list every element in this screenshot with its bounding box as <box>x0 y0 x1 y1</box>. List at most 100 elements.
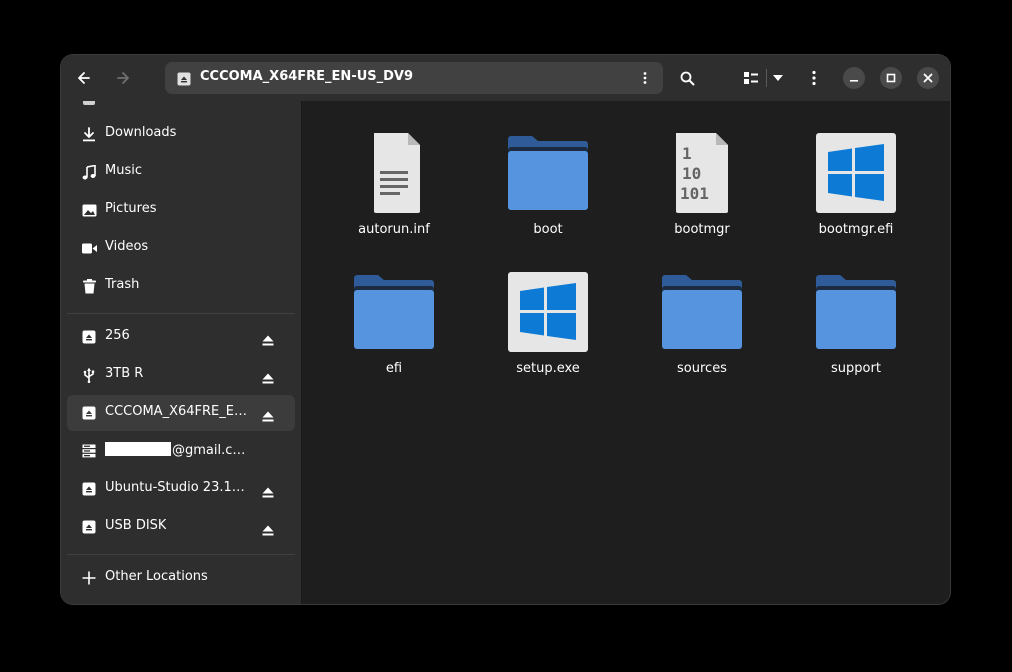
file-name: autorun.inf <box>358 222 430 237</box>
location-pathbar[interactable]: CCCOMA_X64FRE_EN-US_DV9 <box>165 62 663 94</box>
pictures-icon <box>81 202 97 218</box>
maximize-button[interactable] <box>880 67 902 89</box>
file-name: bootmgr.efi <box>818 222 894 237</box>
sidebar-item-cccoma[interactable]: CCCOMA_X64FRE_EN-US_DV9 <box>67 395 295 431</box>
usb-icon <box>81 367 97 383</box>
eject-icon[interactable] <box>262 331 274 350</box>
current-location-label: CCCOMA_X64FRE_EN-US_DV9 <box>200 69 414 84</box>
sidebar-item-other-locations[interactable]: Other Locations <box>67 560 295 596</box>
text-file-icon <box>374 133 420 213</box>
folder-icon <box>354 275 434 349</box>
file-name: support <box>831 361 881 376</box>
scrolled-item-icon <box>83 101 95 105</box>
sidebar-item-label: Music <box>105 163 142 178</box>
sidebar-item-label: 256 <box>105 328 130 343</box>
sidebar-item-label: CCCOMA_X64FRE_EN-US_DV9 <box>105 404 250 419</box>
file-item-setup-exe[interactable]: setup.exe <box>478 272 618 402</box>
view-options-dropdown[interactable] <box>764 63 792 93</box>
sidebar-item-label: USB DISK <box>105 518 167 533</box>
sidebar-item-trash[interactable]: Trash <box>67 268 295 304</box>
file-item-bootmgr[interactable]: 1 10 101 bootmgr <box>632 133 772 263</box>
drive-icon <box>177 71 191 90</box>
trash-icon <box>81 278 97 294</box>
sidebar-item-music[interactable]: Music <box>67 154 295 190</box>
sidebar-item-label: Pictures <box>105 201 157 216</box>
svg-text:101: 101 <box>680 184 709 203</box>
file-name: sources <box>677 361 727 376</box>
sidebar-item-256[interactable]: 256 <box>67 319 295 355</box>
list-view-icon <box>744 72 758 84</box>
file-name: setup.exe <box>516 361 580 376</box>
folder-icon <box>662 275 742 349</box>
eject-icon[interactable] <box>262 521 274 540</box>
file-item-bootmgr-efi[interactable]: bootmgr.efi <box>786 133 926 263</box>
windows-executable-icon <box>508 272 588 352</box>
chevron-down-icon <box>773 75 783 81</box>
eject-icon[interactable] <box>262 407 274 426</box>
file-manager-window: CCCOMA_X64FRE_EN-US_DV9 Downloads Music … <box>61 55 950 604</box>
file-item-boot[interactable]: boot <box>478 133 618 263</box>
drive-icon <box>81 519 97 535</box>
file-grid: autorun.inf boot 1 10 101 bootmgr bootmg… <box>302 101 950 604</box>
folder-icon <box>508 136 588 210</box>
sidebar-item-3tb-r[interactable]: 3TB R <box>67 357 295 393</box>
sidebar-item-label: Trash <box>105 277 140 292</box>
close-button[interactable] <box>917 67 939 89</box>
file-item-efi[interactable]: efi <box>324 272 464 402</box>
sidebar-item-label: Downloads <box>105 125 177 140</box>
sidebar-item-usb-disk[interactable]: USB DISK <box>67 509 295 545</box>
sidebar-item-gmail[interactable]: @gmail.com <box>67 433 295 469</box>
file-name: efi <box>385 361 403 376</box>
drive-icon <box>81 329 97 345</box>
file-name: boot <box>533 222 563 237</box>
vertical-dots-icon <box>643 72 647 84</box>
back-arrow-icon <box>78 72 90 84</box>
eject-icon[interactable] <box>262 369 274 388</box>
file-item-support[interactable]: support <box>786 272 926 402</box>
download-icon <box>81 126 97 142</box>
minimize-button[interactable] <box>843 67 865 89</box>
forward-button[interactable] <box>108 63 138 93</box>
path-menu-button[interactable] <box>637 70 653 86</box>
sidebar-item-downloads[interactable]: Downloads <box>67 116 295 152</box>
binary-file-icon: 1 10 101 <box>676 133 728 213</box>
redacted-block <box>105 442 171 456</box>
sidebar-item-label: 3TB R <box>105 366 144 381</box>
music-icon <box>81 164 97 180</box>
search-button[interactable] <box>672 63 702 93</box>
sidebar-item-label: Ubuntu-Studio 23.10 amd64 <box>105 480 250 495</box>
drive-icon <box>81 405 97 421</box>
file-name: bootmgr <box>674 222 730 237</box>
sidebar-item-label: @gmail.com <box>105 442 250 458</box>
vertical-dots-icon <box>812 70 816 86</box>
sidebar-item-label: Videos <box>105 239 149 254</box>
sidebar-separator <box>67 313 295 314</box>
email-domain-text: @gmail.com <box>172 443 250 458</box>
forward-arrow-icon <box>117 72 129 84</box>
search-icon <box>680 71 694 85</box>
back-button[interactable] <box>69 63 99 93</box>
maximize-icon <box>886 73 896 83</box>
file-item-sources[interactable]: sources <box>632 272 772 402</box>
sidebar: Downloads Music Pictures Videos Trash 25… <box>61 101 302 604</box>
videos-icon <box>81 240 97 256</box>
sidebar-item-videos[interactable]: Videos <box>67 230 295 266</box>
sidebar-item-pictures[interactable]: Pictures <box>67 192 295 228</box>
eject-icon[interactable] <box>262 483 274 502</box>
minimize-icon <box>850 80 858 82</box>
sidebar-item-ubuntu-studio[interactable]: Ubuntu-Studio 23.10 amd64 <box>67 471 295 507</box>
file-item-autorun-inf[interactable]: autorun.inf <box>324 133 464 263</box>
sidebar-separator <box>67 554 295 555</box>
plus-icon <box>81 570 97 586</box>
close-icon <box>923 73 933 83</box>
drive-icon <box>81 481 97 497</box>
network-server-icon <box>81 443 97 459</box>
main-menu-button[interactable] <box>799 63 829 93</box>
folder-icon <box>816 275 896 349</box>
view-toggle-button[interactable] <box>736 63 766 93</box>
svg-text:10: 10 <box>682 164 701 183</box>
windows-executable-icon <box>816 133 896 213</box>
sidebar-item-label: Other Locations <box>105 569 208 584</box>
svg-text:1: 1 <box>682 144 692 163</box>
headerbar: CCCOMA_X64FRE_EN-US_DV9 <box>61 55 950 101</box>
